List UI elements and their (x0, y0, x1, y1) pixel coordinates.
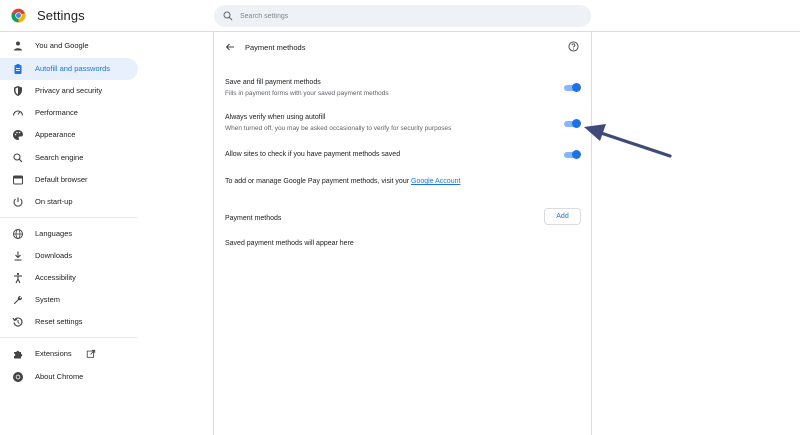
sidebar-item-label: Privacy and security (35, 86, 103, 95)
page-title: Payment methods (245, 43, 306, 52)
download-icon (12, 250, 24, 262)
sidebar-item-label: You and Google (35, 41, 89, 50)
wrench-icon (12, 294, 24, 306)
sidebar-item-search-engine[interactable]: Search engine (0, 147, 138, 169)
globe-icon (12, 228, 24, 240)
sidebar-item-label: System (35, 295, 61, 304)
sidebar-item-label: Extensions (35, 349, 72, 358)
save-and-fill-title: Save and fill payment methods (225, 79, 321, 86)
reset-icon (12, 316, 24, 328)
sidebar-item-extensions[interactable]: Extensions (0, 343, 138, 365)
sidebar: You and Google Autofill and passwords Pr… (0, 32, 140, 435)
sidebar-item-languages[interactable]: Languages (0, 223, 138, 245)
search-icon (12, 152, 24, 164)
sidebar-item-privacy-and-security[interactable]: Privacy and security (0, 80, 138, 102)
speedometer-icon (12, 107, 24, 119)
save-and-fill-toggle[interactable] (564, 83, 581, 92)
top-bar: Settings (0, 0, 800, 32)
sidebar-item-reset-settings[interactable]: Reset settings (0, 311, 138, 333)
sidebar-item-performance[interactable]: Performance (0, 102, 138, 124)
chrome-logo-icon (11, 8, 26, 23)
sidebar-item-label: Downloads (35, 251, 73, 260)
google-account-link[interactable]: Google Account (411, 178, 460, 185)
sidebar-item-label: Appearance (35, 130, 76, 139)
accessibility-icon (12, 272, 24, 284)
payment-methods-card: Payment methods Save and fill payment me… (213, 32, 592, 435)
sidebar-item-label: About Chrome (35, 372, 84, 381)
search-input[interactable] (240, 8, 570, 24)
google-pay-description: To add or manage Google Pay payment meth… (225, 178, 411, 185)
always-verify-toggle[interactable] (564, 119, 581, 128)
sidebar-item-label: Default browser (35, 175, 88, 184)
sidebar-divider (0, 217, 138, 218)
power-icon (12, 196, 24, 208)
sidebar-item-label: Autofill and passwords (35, 64, 111, 73)
empty-payment-methods-text: Saved payment methods will appear here (225, 240, 354, 247)
palette-icon (12, 129, 24, 141)
sidebar-item-autofill-and-passwords[interactable]: Autofill and passwords (0, 58, 138, 80)
sidebar-item-label: Accessibility (35, 273, 76, 282)
google-pay-text: To add or manage Google Pay payment meth… (225, 178, 460, 185)
sidebar-divider (0, 337, 138, 338)
save-and-fill-subtitle: Fills in payment forms with your saved p… (225, 90, 389, 97)
payment-methods-section-label: Payment methods (225, 215, 282, 222)
help-icon[interactable] (568, 41, 579, 52)
external-link-icon (86, 349, 96, 358)
search-icon (223, 11, 233, 21)
sidebar-item-label: Performance (35, 108, 78, 117)
toggle-knob (572, 83, 581, 92)
annotation-arrow-icon (584, 124, 672, 158)
sidebar-item-label: Languages (35, 229, 73, 238)
puzzle-icon (12, 348, 24, 360)
chrome-icon (12, 371, 24, 383)
browser-icon (12, 174, 24, 186)
sidebar-item-you-and-google[interactable]: You and Google (0, 35, 138, 57)
allow-sites-check-toggle[interactable] (564, 150, 581, 159)
app-title: Settings (37, 8, 85, 23)
sidebar-item-on-start-up[interactable]: On start-up (0, 191, 138, 213)
person-icon (12, 40, 24, 52)
sidebar-item-downloads[interactable]: Downloads (0, 245, 138, 267)
add-payment-method-button[interactable]: Add (544, 208, 581, 225)
sidebar-item-system[interactable]: System (0, 289, 138, 311)
always-verify-title: Always verify when using autofill (225, 114, 326, 121)
sidebar-item-label: On start-up (35, 197, 73, 206)
shield-icon (12, 85, 24, 97)
sidebar-item-label: Reset settings (35, 317, 83, 326)
always-verify-subtitle: When turned off, you may be asked occasi… (225, 125, 452, 132)
sidebar-item-accessibility[interactable]: Accessibility (0, 267, 138, 289)
back-arrow-icon[interactable] (224, 41, 236, 53)
sidebar-item-label: Search engine (35, 153, 84, 162)
search-box[interactable] (214, 5, 591, 27)
clipboard-icon (12, 63, 24, 75)
sidebar-item-appearance[interactable]: Appearance (0, 124, 138, 146)
sidebar-item-about-chrome[interactable]: About Chrome (0, 366, 138, 388)
allow-sites-check-title: Allow sites to check if you have payment… (225, 151, 401, 158)
sidebar-item-default-browser[interactable]: Default browser (0, 169, 138, 191)
